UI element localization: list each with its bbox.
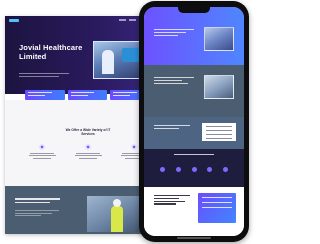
feature-icon [175, 167, 181, 172]
hero-cards [25, 90, 151, 100]
mobile-hero-image [204, 27, 234, 51]
mobile-dark-heading [174, 154, 214, 157]
manufacturing-heading [15, 198, 65, 205]
mobile-cta-card[interactable] [198, 193, 236, 223]
mobile-feature-icons [160, 167, 228, 172]
feature-icon [191, 167, 197, 172]
manufacturing-text [15, 210, 59, 218]
hero-title: Jovial Healthcare Limited [19, 43, 83, 61]
mobile-contact-text [154, 195, 190, 206]
mobile-blue-text [154, 125, 190, 131]
site-logo[interactable] [9, 18, 19, 22]
mobile-slate-image [204, 75, 234, 99]
phone-notch [178, 7, 210, 13]
feature-icon [160, 167, 165, 172]
mobile-hero-text [154, 29, 194, 37]
feature-icon [207, 167, 213, 172]
feature-row: ◆ ◆ ◆ [27, 144, 149, 160]
phone-frame [139, 1, 249, 242]
feature-icon: ◆ [39, 144, 45, 150]
nav-link[interactable] [119, 19, 126, 21]
feature-item: ◆ [27, 144, 57, 160]
feature-icon: ◆ [131, 144, 137, 150]
hero-card[interactable] [67, 90, 108, 100]
feature-icon [223, 167, 228, 172]
mobile-blue-card [202, 123, 236, 141]
hero-image [93, 41, 145, 79]
mockup-stage: Jovial Healthcare Limited We Offer a Wid… [0, 0, 258, 244]
services-heading: We Offer a Wide Variety of IT Services [65, 128, 111, 136]
mobile-slate-text [154, 77, 194, 85]
hero-card[interactable] [25, 90, 65, 100]
hero-subtext [19, 73, 69, 79]
phone-screen [144, 7, 244, 236]
feature-icon: ◆ [85, 144, 91, 150]
home-indicator [177, 237, 211, 239]
nav-link[interactable] [129, 19, 136, 21]
feature-item: ◆ [73, 144, 103, 160]
